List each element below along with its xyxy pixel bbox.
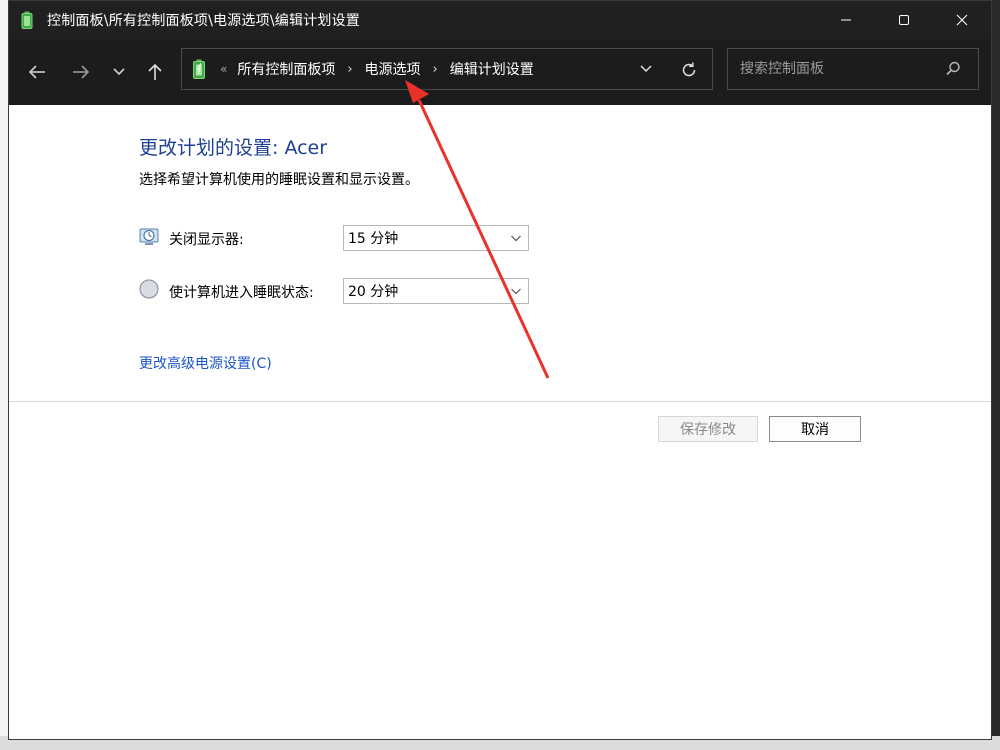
moon-icon — [139, 279, 159, 299]
refresh-icon — [682, 62, 696, 77]
recent-locations-button[interactable] — [103, 56, 135, 88]
up-button[interactable] — [139, 56, 171, 88]
save-changes-button[interactable]: 保存修改 — [658, 416, 758, 442]
breadcrumb-all-items[interactable]: 所有控制面板项 — [237, 59, 335, 79]
sleep-select[interactable]: 20 分钟 — [343, 278, 529, 304]
forward-button[interactable] — [65, 56, 97, 88]
title-bar: 控制面板\所有控制面板项\电源选项\编辑计划设置 — [9, 1, 991, 39]
minimize-button[interactable] — [817, 1, 875, 39]
close-button[interactable] — [933, 1, 991, 39]
cancel-button[interactable]: 取消 — [769, 416, 861, 442]
divider — [9, 401, 991, 402]
page-title: 更改计划的设置: Acer — [139, 137, 328, 159]
navigation-bar: « 所有控制面板项 › 电源选项 › 编辑计划设置 — [9, 39, 991, 105]
main-content: 更改计划的设置: Acer 选择希望计算机使用的睡眠设置和显示设置。 关闭显示器… — [9, 105, 991, 739]
close-icon — [956, 14, 968, 26]
turn-off-display-select[interactable]: 15 分钟 — [343, 225, 529, 251]
chevron-down-icon — [640, 65, 652, 73]
window-controls — [817, 1, 991, 39]
sleep-value: 20 分钟 — [348, 284, 399, 300]
sleep-label: 使计算机进入睡眠状态: — [169, 285, 314, 301]
turn-off-display-value: 15 分钟 — [348, 231, 399, 247]
search-box[interactable] — [727, 48, 979, 90]
window-title: 控制面板\所有控制面板项\电源选项\编辑计划设置 — [47, 13, 360, 29]
advanced-power-settings-link[interactable]: 更改高级电源设置(C) — [139, 353, 272, 373]
breadcrumb-power-options[interactable]: 电源选项 — [365, 59, 421, 79]
battery-icon — [192, 58, 210, 80]
arrow-up-icon — [148, 63, 162, 80]
display-clock-icon — [139, 226, 159, 246]
address-dropdown-button[interactable] — [636, 59, 656, 79]
breadcrumb-overflow[interactable]: « — [220, 62, 227, 76]
breadcrumb-edit-plan[interactable]: 编辑计划设置 — [450, 59, 534, 79]
maximize-button[interactable] — [875, 1, 933, 39]
control-panel-window: 控制面板\所有控制面板项\电源选项\编辑计划设置 « 所有控制面板项 › 电源选… — [8, 0, 992, 740]
address-bar[interactable]: « 所有控制面板项 › 电源选项 › 编辑计划设置 — [181, 48, 713, 90]
search-input[interactable] — [738, 60, 932, 78]
minimize-icon — [841, 19, 851, 21]
back-button[interactable] — [21, 56, 53, 88]
turn-off-display-label: 关闭显示器: — [169, 232, 244, 248]
chevron-down-icon — [113, 68, 125, 76]
battery-icon — [21, 10, 39, 30]
maximize-icon — [899, 15, 909, 25]
refresh-button[interactable] — [678, 59, 700, 81]
arrow-right-icon — [73, 65, 90, 79]
breadcrumb-separator-icon[interactable]: › — [347, 62, 352, 77]
arrow-left-icon — [28, 65, 45, 79]
chevron-down-icon — [511, 288, 521, 295]
breadcrumb-separator-icon[interactable]: › — [433, 62, 438, 77]
search-icon[interactable] — [944, 60, 962, 78]
chevron-down-icon — [511, 235, 521, 242]
page-description: 选择希望计算机使用的睡眠设置和显示设置。 — [139, 172, 419, 188]
